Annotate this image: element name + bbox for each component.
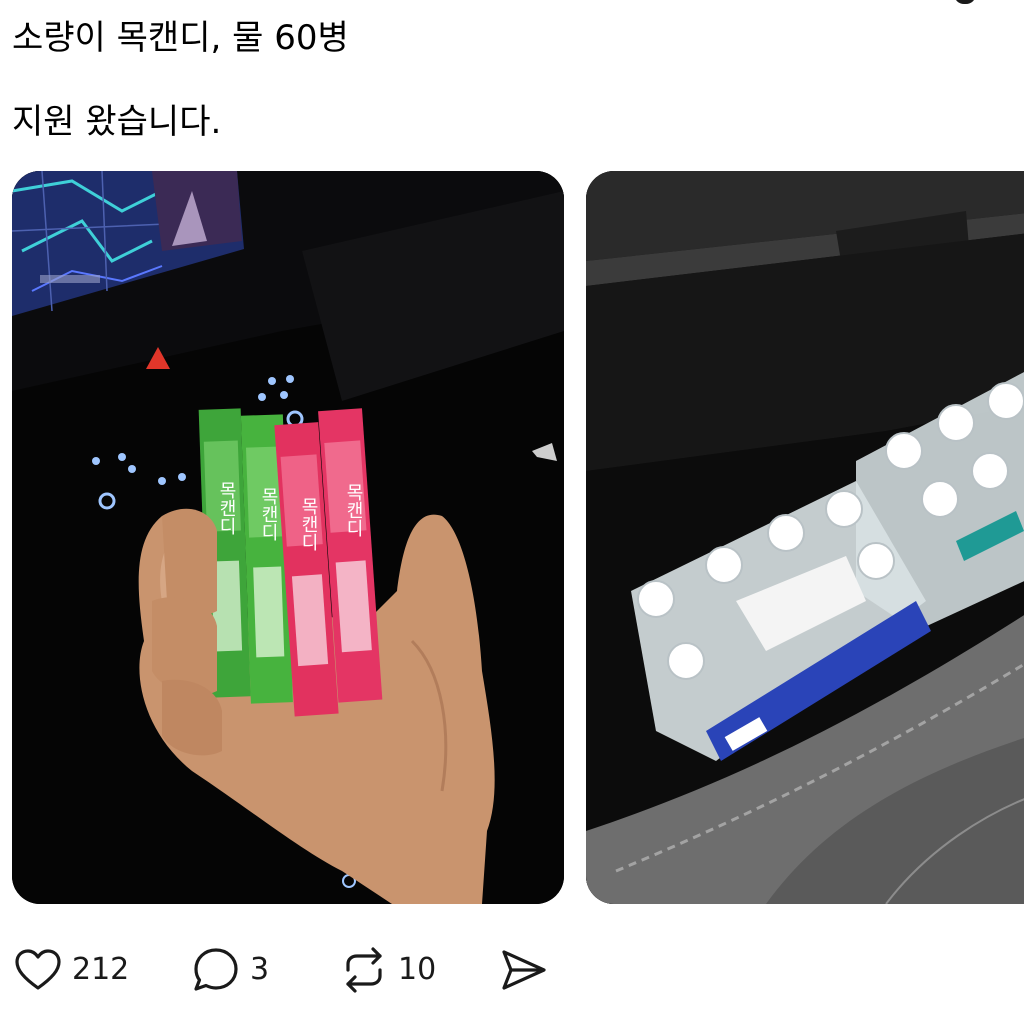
candy-label: 목캔디 <box>344 483 364 537</box>
candy-label: 목캔디 <box>299 497 319 551</box>
repost-count: 10 <box>398 952 437 987</box>
post-text-line-2: 지원 왔습니다. <box>12 102 222 142</box>
like-button[interactable]: 212 <box>14 940 129 1000</box>
candy-label: 목캔디 <box>259 487 279 541</box>
candy-photo[interactable]: 목캔디 목캔디 목캔디 목캔디 <box>12 171 564 904</box>
repost-button[interactable]: 10 <box>340 940 436 1000</box>
heart-icon <box>14 948 62 992</box>
reply-count: 3 <box>250 952 270 987</box>
repost-icon <box>340 946 388 994</box>
share-icon <box>500 946 548 994</box>
post-actions: 212 3 10 <box>0 940 1024 1000</box>
reply-icon <box>192 946 240 994</box>
candy-photo-image: 목캔디 목캔디 목캔디 목캔디 <box>12 171 564 904</box>
candy-label: 목캔디 <box>217 481 237 535</box>
top-edge-icon <box>954 0 976 4</box>
water-photo-image <box>586 171 1024 904</box>
water-photo[interactable] <box>586 171 1024 904</box>
like-count: 212 <box>72 952 130 987</box>
candy-packs: 목캔디 목캔디 목캔디 목캔디 <box>198 408 383 717</box>
post-text-line-1: 소량이 목캔디, 물 60병 <box>12 18 349 58</box>
reply-button[interactable]: 3 <box>192 940 269 1000</box>
share-button[interactable] <box>500 940 548 1000</box>
media-carousel[interactable]: 목캔디 목캔디 목캔디 목캔디 <box>12 171 1024 904</box>
post-body: 소량이 목캔디, 물 60병 지원 왔습니다. <box>12 16 349 144</box>
